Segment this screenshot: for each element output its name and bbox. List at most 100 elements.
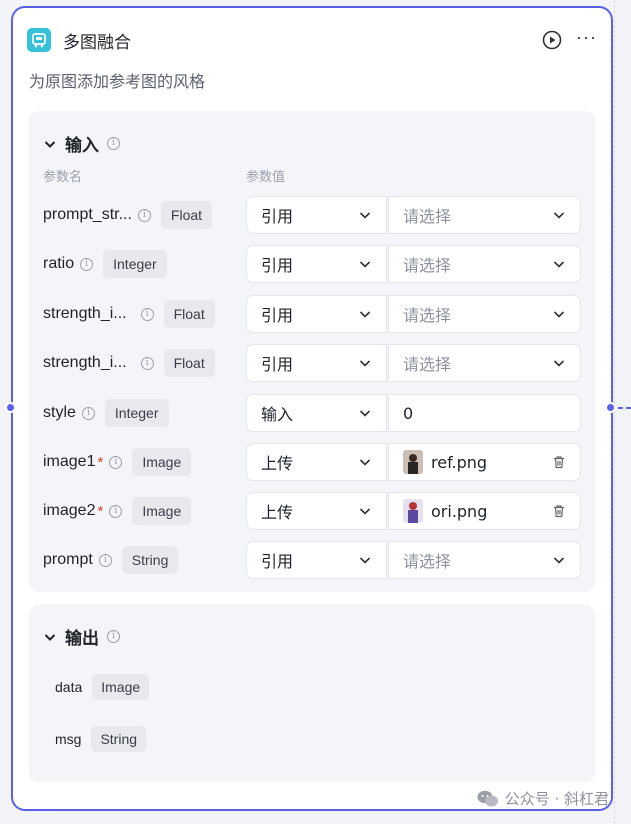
chevron-down-icon xyxy=(553,212,565,219)
value-mode-label: 引用 xyxy=(261,355,294,374)
param-row: prompt_str... i Float 引用 请选择 xyxy=(29,196,595,234)
canvas-edge-line xyxy=(614,0,615,824)
info-icon[interactable]: i xyxy=(140,307,154,321)
value-mode-label: 引用 xyxy=(261,207,294,226)
chevron-down-icon xyxy=(359,459,371,466)
type-badge: String xyxy=(121,546,179,574)
value-mode-select[interactable]: 引用 xyxy=(246,196,387,234)
output-section-header[interactable]: 输出 i xyxy=(43,624,120,649)
value-mode-select[interactable]: 引用 xyxy=(246,344,387,382)
param-row: image2 * i Image 上传 ori.png xyxy=(29,492,595,530)
workflow-node-card[interactable]: 多图融合 ··· 为原图添加参考图的风格 输入 i 参数名 参数值 prompt… xyxy=(11,6,613,811)
node-description: 为原图添加参考图的风格 xyxy=(29,72,206,91)
chevron-down-icon[interactable] xyxy=(43,630,57,644)
required-marker: * xyxy=(97,453,104,471)
param-row: prompt i String 引用 请选择 xyxy=(29,541,595,579)
chevron-down-icon xyxy=(359,557,371,564)
info-icon[interactable]: i xyxy=(137,208,151,222)
info-icon[interactable]: i xyxy=(109,455,123,469)
file-name: ori.png xyxy=(431,501,488,521)
type-badge: Float xyxy=(163,300,215,328)
param-name: prompt xyxy=(43,551,93,568)
input-port-handle[interactable] xyxy=(5,402,16,413)
param-name: image1 xyxy=(43,453,96,470)
uploaded-file[interactable]: ori.png xyxy=(388,492,581,530)
image-thumbnail xyxy=(403,499,423,523)
reference-placeholder: 请选择 xyxy=(403,306,452,325)
info-icon[interactable]: i xyxy=(107,137,120,150)
param-value-column-header: 参数值 xyxy=(246,170,286,185)
output-row: data Image xyxy=(55,674,150,700)
input-section: 输入 i 参数名 参数值 prompt_str... i Float 引用 请选… xyxy=(29,111,595,592)
image-thumbnail xyxy=(403,450,423,474)
reference-select[interactable]: 请选择 xyxy=(388,344,581,382)
info-icon[interactable]: i xyxy=(107,630,120,643)
required-marker: * xyxy=(97,502,104,520)
value-mode-select[interactable]: 引用 xyxy=(246,295,387,333)
wechat-icon xyxy=(477,790,498,806)
uploaded-file[interactable]: ref.png xyxy=(388,443,581,481)
value-mode-label: 上传 xyxy=(261,503,294,522)
chevron-down-icon xyxy=(553,557,565,564)
type-badge: Image xyxy=(132,448,192,476)
value-mode-label: 引用 xyxy=(261,256,294,275)
param-row: style i Integer 输入 0 xyxy=(29,394,595,432)
info-icon[interactable]: i xyxy=(140,356,154,370)
output-section: 输出 i data Image msg String xyxy=(29,604,595,782)
type-badge: Float xyxy=(163,349,215,377)
param-name: prompt_str... xyxy=(43,206,132,223)
param-name-column-header: 参数名 xyxy=(43,170,83,185)
input-section-title: 输入 xyxy=(65,136,99,156)
more-options-icon[interactable]: ··· xyxy=(576,28,597,52)
type-badge: Image xyxy=(92,674,150,700)
info-icon[interactable]: i xyxy=(98,553,112,567)
chevron-down-icon xyxy=(553,360,565,367)
value-mode-label: 输入 xyxy=(261,405,294,424)
param-row: image1 * i Image 上传 ref.png xyxy=(29,443,595,481)
watermark: 公众号 · 斜杠君 xyxy=(477,788,609,809)
chevron-down-icon xyxy=(359,360,371,367)
run-icon[interactable] xyxy=(542,30,562,50)
value-mode-select[interactable]: 输入 xyxy=(246,394,387,432)
chevron-down-icon[interactable] xyxy=(43,137,57,151)
trash-icon[interactable] xyxy=(552,504,566,518)
reference-select[interactable]: 请选择 xyxy=(388,541,581,579)
value-mode-label: 上传 xyxy=(261,454,294,473)
trash-icon[interactable] xyxy=(552,455,566,469)
style-value-input[interactable]: 0 xyxy=(388,394,581,432)
chevron-down-icon xyxy=(359,410,371,417)
chevron-down-icon xyxy=(359,311,371,318)
info-icon[interactable]: i xyxy=(81,406,95,420)
param-name: strength_i... xyxy=(43,305,127,322)
output-section-title: 输出 xyxy=(65,629,99,649)
value-mode-select[interactable]: 上传 xyxy=(246,443,387,481)
value-mode-select[interactable]: 引用 xyxy=(246,245,387,283)
chevron-down-icon xyxy=(359,261,371,268)
type-badge: Integer xyxy=(104,399,169,427)
reference-select[interactable]: 请选择 xyxy=(388,245,581,283)
watermark-text: 公众号 · 斜杠君 xyxy=(504,790,609,808)
output-port-handle[interactable] xyxy=(605,402,616,413)
chevron-down-icon xyxy=(553,311,565,318)
type-badge: Image xyxy=(132,497,192,525)
connection-line xyxy=(618,407,631,409)
type-badge: Integer xyxy=(103,250,167,278)
input-section-header[interactable]: 输入 i xyxy=(43,131,120,156)
param-row: strength_i... i Float 引用 请选择 xyxy=(29,344,595,382)
node-title: 多图融合 xyxy=(63,32,131,53)
info-icon[interactable]: i xyxy=(80,257,94,271)
value-mode-select[interactable]: 上传 xyxy=(246,492,387,530)
chevron-down-icon xyxy=(359,508,371,515)
reference-select[interactable]: 请选择 xyxy=(388,295,581,333)
chevron-down-icon xyxy=(359,212,371,219)
node-header: 多图融合 ··· xyxy=(27,26,597,54)
info-icon[interactable]: i xyxy=(109,504,123,518)
param-name: ratio xyxy=(43,255,75,272)
value-mode-select[interactable]: 引用 xyxy=(246,541,387,579)
reference-select[interactable]: 请选择 xyxy=(388,196,581,234)
node-type-icon xyxy=(27,28,51,52)
reference-placeholder: 请选择 xyxy=(403,207,452,226)
reference-placeholder: 请选择 xyxy=(403,355,452,374)
output-name: data xyxy=(55,679,83,695)
param-name: image2 xyxy=(43,502,96,519)
